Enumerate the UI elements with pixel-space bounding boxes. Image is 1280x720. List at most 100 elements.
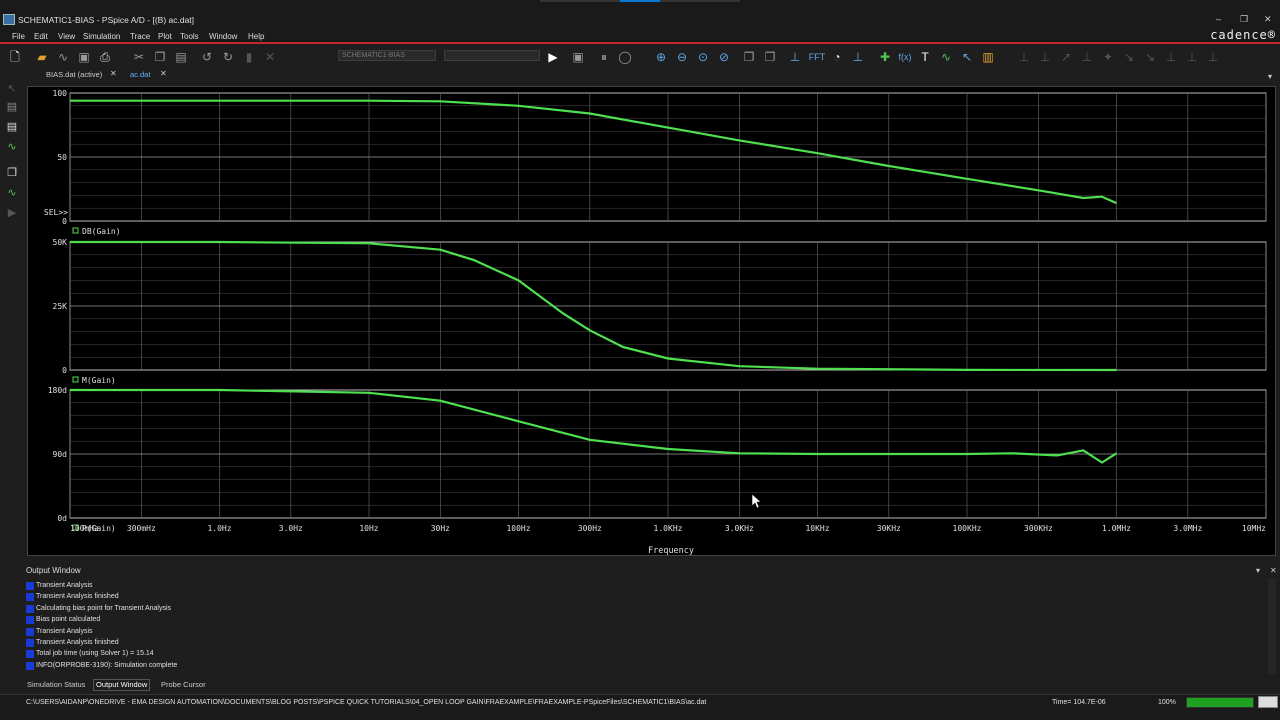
cursor-icon[interactable]: ↖ xyxy=(960,50,974,64)
bottom-tabs: Simulation Status Output Window Probe Cu… xyxy=(24,679,1280,692)
close-button[interactable]: ✕ xyxy=(1264,14,1272,25)
tabs-dropdown-icon[interactable]: ▾ xyxy=(1268,72,1272,81)
zoom-area-icon[interactable]: ⊙ xyxy=(696,50,710,64)
restore-button[interactable]: ❐ xyxy=(1240,14,1248,25)
window-title: SCHEMATIC1-BIAS - PSpice A/D - [(B) ac.d… xyxy=(18,15,195,25)
menu-plot[interactable]: Plot xyxy=(158,32,172,41)
trace-label: M(Gain) xyxy=(82,376,116,385)
menu-simulation[interactable]: Simulation xyxy=(83,32,120,41)
zoom-in-icon[interactable]: ⊕ xyxy=(654,50,668,64)
simulation-progress-bar xyxy=(1186,697,1254,708)
menu-tools[interactable]: Tools xyxy=(180,32,199,41)
paste-icon[interactable]: ▤ xyxy=(174,50,188,64)
new-icon[interactable]: 🗋 xyxy=(8,50,22,64)
y-tick-label: 90d xyxy=(53,450,68,459)
info-square-icon xyxy=(26,616,34,625)
performance-icon[interactable]: ◔ xyxy=(830,50,844,64)
output-dropdown-icon[interactable]: ▾ xyxy=(1256,566,1260,575)
fft-button[interactable]: FFT xyxy=(806,50,828,64)
cursor-more-icon[interactable]: ⊥ xyxy=(1206,50,1220,64)
menu-window[interactable]: Window xyxy=(209,32,237,41)
cursor-trough-icon[interactable]: ⊥ xyxy=(1038,50,1052,64)
x-tick-label: 300mHz xyxy=(127,524,156,533)
bar-chart-icon[interactable]: ▥ xyxy=(981,50,995,64)
secondary-select[interactable] xyxy=(444,50,540,61)
y-tick-label: 180d xyxy=(48,386,67,395)
window-icon[interactable]: ❐ xyxy=(5,166,19,180)
paste-plot-icon[interactable]: ❐ xyxy=(763,50,777,64)
x-tick-label: 10MHz xyxy=(1242,524,1266,533)
minimize-button[interactable]: – xyxy=(1216,14,1221,24)
x-tick-label: 100Hz xyxy=(506,524,530,533)
text-label-icon[interactable]: T xyxy=(918,50,932,64)
axis-settings-icon[interactable]: ⊥ xyxy=(788,50,802,64)
cursor-max-icon[interactable]: ✦ xyxy=(1101,50,1115,64)
menu-edit[interactable]: Edit xyxy=(34,32,48,41)
zoom-fit-icon[interactable]: ⊘ xyxy=(717,50,731,64)
cursor-next-icon[interactable]: ⊥ xyxy=(1164,50,1178,64)
pause-icon[interactable]: ⏸ xyxy=(597,50,611,64)
undo-icon[interactable]: ↺ xyxy=(200,50,214,64)
doc-icon[interactable]: ▤ xyxy=(5,100,19,114)
log-line: Transient Analysis finished xyxy=(26,591,1266,602)
print-icon[interactable]: ⎙ xyxy=(98,50,112,64)
cursor-search-icon[interactable]: ↘ xyxy=(1143,50,1157,64)
copy-icon[interactable]: ❐ xyxy=(153,50,167,64)
cursor-min-icon[interactable]: ⊥ xyxy=(1080,50,1094,64)
disabled-tool-icon[interactable]: ▶ xyxy=(5,206,19,220)
doc-edit-icon[interactable]: ▤ xyxy=(5,120,19,134)
tab-simulation-status[interactable]: Simulation Status xyxy=(27,680,85,689)
info-square-icon xyxy=(26,650,34,659)
evaluate-function-icon[interactable]: f(x) xyxy=(896,50,914,64)
x-tick-label: 1.0Hz xyxy=(207,524,231,533)
run-icon[interactable]: ▶ xyxy=(546,50,560,64)
log-axis-icon[interactable]: ⊥ xyxy=(851,50,865,64)
cursor-peak-icon[interactable]: ⊥ xyxy=(1017,50,1031,64)
log-line: Bias point calculated xyxy=(26,614,1266,625)
tab-ac-close-icon[interactable]: ✕ xyxy=(160,69,167,78)
open-folder-icon[interactable]: ▰ xyxy=(35,50,49,64)
info-square-icon xyxy=(26,593,34,602)
add-trace-icon[interactable]: ✚ xyxy=(878,50,892,64)
sel-marker: SEL>> xyxy=(44,208,68,217)
tab-output-window[interactable]: Output Window xyxy=(93,679,151,691)
output-close-icon[interactable]: ✕ xyxy=(1270,566,1277,575)
redo-icon[interactable]: ↻ xyxy=(221,50,235,64)
x-tick-label: 300Hz xyxy=(578,524,602,533)
probe-plot-window[interactable]: 100 50 0 DB(Gain) 50K 25K 0 M(Gain) 180d 90d 0d P(G… xyxy=(27,86,1276,556)
menu-help[interactable]: Help xyxy=(248,32,264,41)
bookmark-icon[interactable]: ▮ xyxy=(242,50,256,64)
save-icon[interactable]: ▣ xyxy=(77,50,91,64)
cursor-slope-icon[interactable]: ↗ xyxy=(1059,50,1073,64)
output-window: Output Window ▾ ✕ Transient Analysis Tra… xyxy=(24,564,1280,678)
info-square-icon xyxy=(26,582,34,590)
tab-bias-dat[interactable]: BIAS.dat (active) xyxy=(46,70,102,79)
wave-icon[interactable]: ∿ xyxy=(56,50,70,64)
x-tick-label: 10KHz xyxy=(805,524,829,533)
output-scrollbar[interactable] xyxy=(1268,578,1276,674)
cursor-point-icon[interactable]: ↘ xyxy=(1122,50,1136,64)
zoom-out-icon[interactable]: ⊖ xyxy=(675,50,689,64)
output-log: Transient Analysis Transient Analysis fi… xyxy=(26,580,1266,674)
pointer-icon[interactable]: ↖ xyxy=(5,82,19,96)
menu-trace[interactable]: Trace xyxy=(130,32,150,41)
menu-file[interactable]: File xyxy=(12,32,25,41)
delete-icon[interactable]: ✕ xyxy=(263,50,277,64)
cursor-label-icon[interactable]: ⊥ xyxy=(1185,50,1199,64)
tab-ac-dat[interactable]: ac.dat xyxy=(130,70,150,79)
mark-label-icon[interactable]: ∿ xyxy=(939,50,953,64)
log-line: Transient Analysis finished xyxy=(26,637,1266,648)
probe-icon[interactable]: ∿ xyxy=(5,140,19,154)
pspice-app-icon[interactable] xyxy=(3,14,15,25)
simulation-profile-select[interactable]: SCHEMATIC1-BIAS xyxy=(338,50,436,61)
marker-icon[interactable]: ∿ xyxy=(5,186,19,200)
menu-view[interactable]: View xyxy=(58,32,75,41)
tab-bias-close-icon[interactable]: ✕ xyxy=(110,69,117,78)
y-tick-label: 25K xyxy=(53,302,68,311)
stop-icon[interactable]: ◯ xyxy=(618,50,632,64)
disk-icon[interactable]: ▣ xyxy=(571,50,585,64)
tab-probe-cursor[interactable]: Probe Cursor xyxy=(161,680,206,689)
simulation-time: Time= 104.7E-06 xyxy=(1052,699,1106,706)
cut-icon[interactable]: ✂ xyxy=(132,50,146,64)
copy-plot-icon[interactable]: ❐ xyxy=(742,50,756,64)
